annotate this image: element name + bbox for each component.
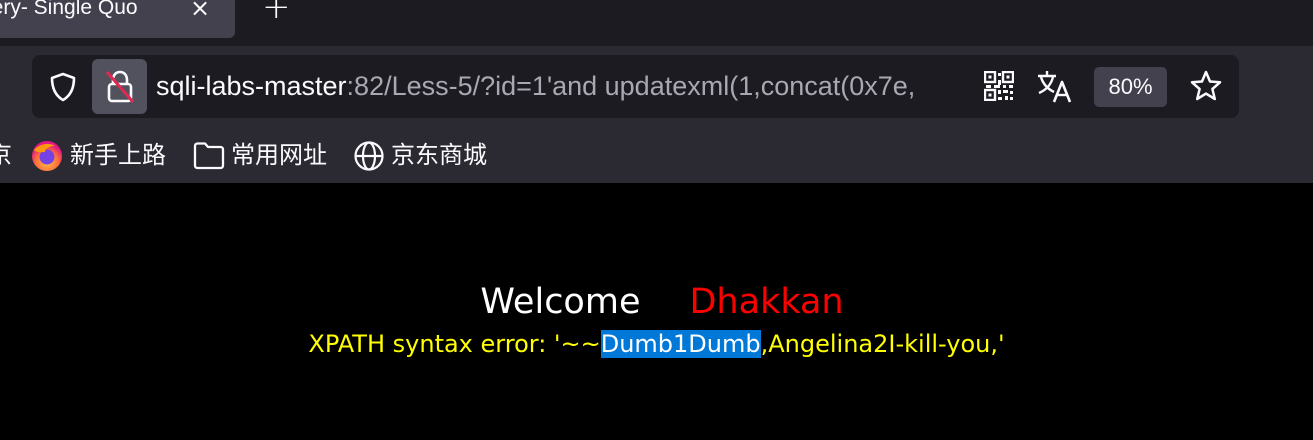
zoom-level-button[interactable]: 80% bbox=[1094, 67, 1167, 107]
globe-icon bbox=[354, 141, 384, 171]
qr-code-icon[interactable] bbox=[984, 71, 1014, 101]
translate-icon[interactable] bbox=[1036, 69, 1072, 103]
page-content: Welcome Dhakkan XPATH syntax error: '~~Du… bbox=[0, 183, 1313, 440]
tab-title: uery- Single Quo bbox=[0, 0, 138, 19]
bookmark-item-common-sites[interactable]: 常用网址 bbox=[193, 135, 333, 175]
bookmark-item-jd[interactable]: 京东商城 bbox=[353, 135, 493, 175]
bookmark-star-icon[interactable] bbox=[1189, 69, 1223, 103]
selected-text: Dumb1Dumb bbox=[600, 330, 761, 358]
tab-strip: uery- Single Quo × + bbox=[0, 0, 1313, 46]
new-tab-button[interactable]: + bbox=[262, 0, 291, 24]
url-bar[interactable]: sqli-labs-master:82/Less-5/?id=1'and upd… bbox=[32, 55, 1239, 118]
bookmark-label: 新手上路 bbox=[70, 141, 166, 169]
lock-slash-icon bbox=[105, 70, 135, 103]
url-path: :82/Less-5/?id=1'and updatexml(1,concat(… bbox=[346, 71, 916, 101]
user-name: Dhakkan bbox=[689, 282, 844, 322]
url-text[interactable]: sqli-labs-master:82/Less-5/?id=1'and upd… bbox=[156, 69, 968, 103]
error-prefix: XPATH syntax error: '~~ bbox=[308, 330, 601, 358]
shield-icon[interactable] bbox=[47, 71, 79, 103]
welcome-text: Welcome bbox=[480, 282, 641, 322]
bookmark-label: 京东商城 bbox=[391, 141, 487, 169]
folder-icon bbox=[193, 142, 225, 170]
error-suffix: ,Angelina2I-kill-you,' bbox=[760, 330, 1005, 358]
browser-chrome: uery- Single Quo × + sqli-labs-master:82… bbox=[0, 0, 1313, 183]
insecure-lock-button[interactable] bbox=[92, 59, 147, 114]
bookmark-label: 常用网址 bbox=[231, 141, 327, 169]
bookmark-item-getting-started[interactable]: 新手上路 bbox=[31, 135, 171, 175]
active-tab[interactable]: uery- Single Quo × bbox=[0, 0, 235, 38]
bookmarks-toolbar: 京 新手上路 常用网址 bbox=[0, 135, 1313, 175]
bookmark-cutoff-label: 京 bbox=[0, 135, 12, 175]
firefox-icon bbox=[32, 141, 62, 171]
url-host: sqli-labs-master bbox=[156, 71, 347, 101]
xpath-error-message: XPATH syntax error: '~~Dumb1Dumb,Angelin… bbox=[0, 327, 1313, 361]
tab-close-icon[interactable]: × bbox=[190, 0, 210, 22]
welcome-heading: Welcome Dhakkan bbox=[0, 280, 1313, 324]
